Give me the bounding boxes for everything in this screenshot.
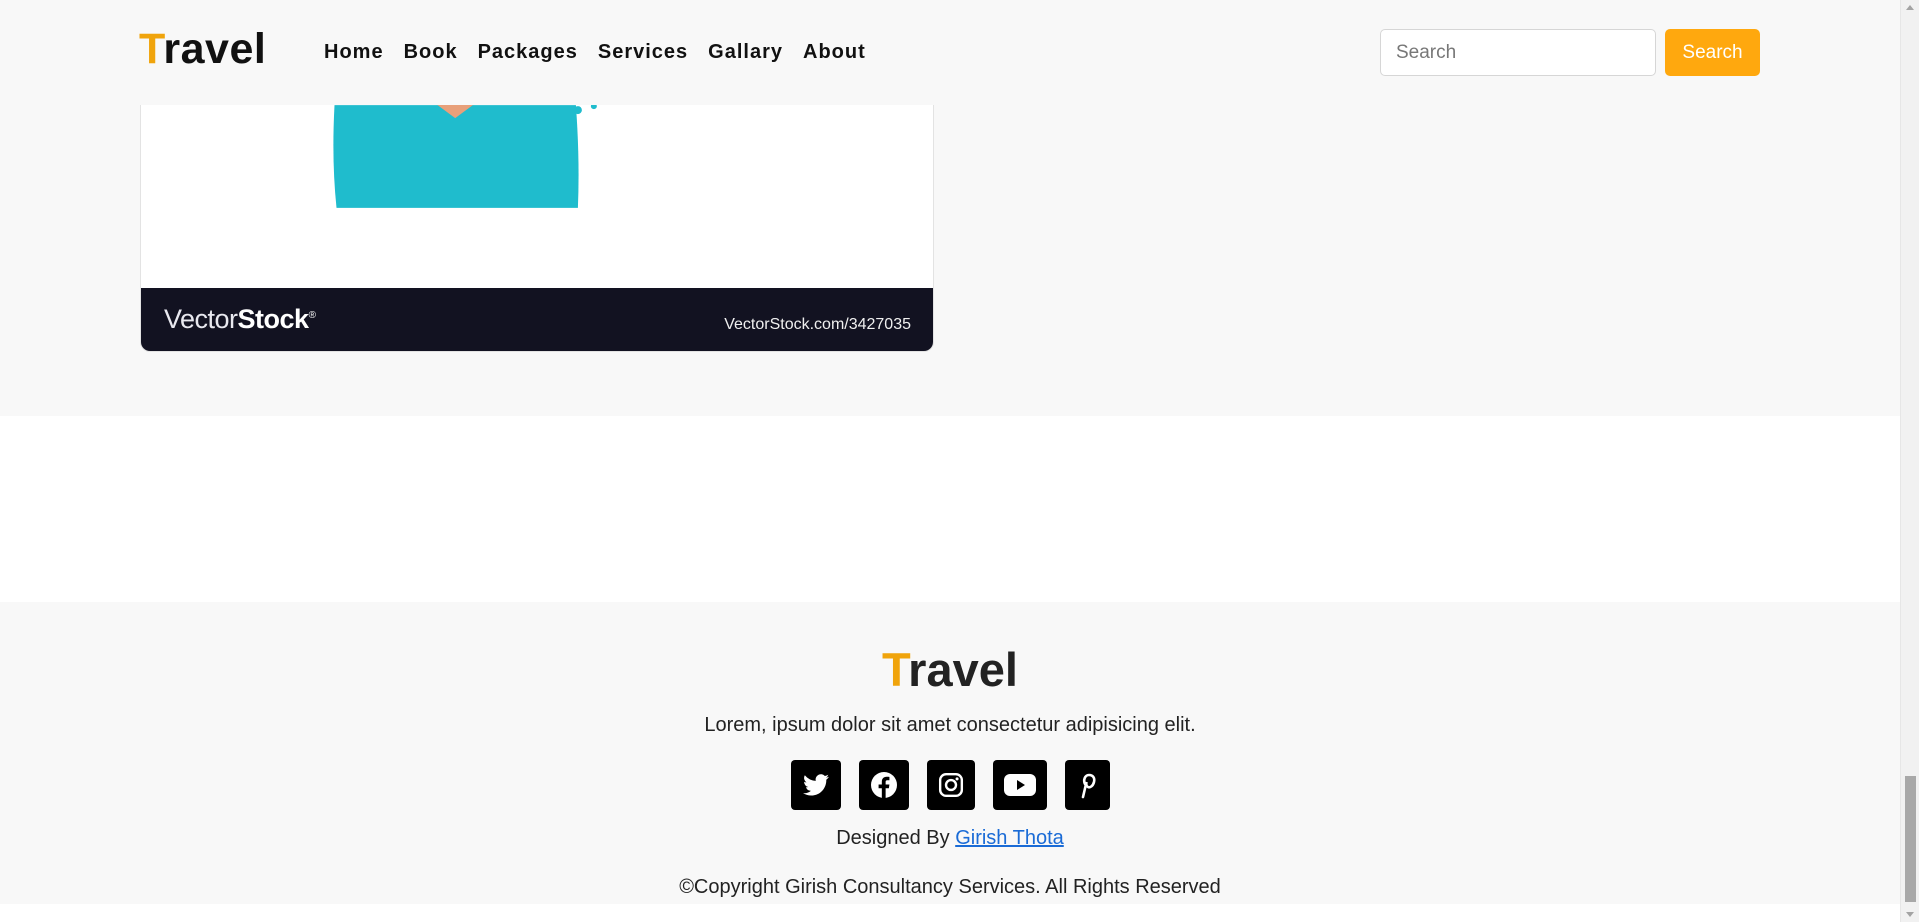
twitter-icon[interactable]: [790, 760, 841, 810]
copyright-text: ©Copyright Girish Consultancy Services. …: [679, 876, 1221, 898]
nav-book[interactable]: Book: [404, 38, 458, 66]
footer: Travel Lorem, ipsum dolor sit amet conse…: [0, 602, 1900, 922]
vectorstock-bar: VectorStock® VectorStock.com/3427035: [141, 288, 933, 351]
facebook-icon[interactable]: [858, 760, 909, 810]
bottom-strip: [0, 904, 1900, 922]
nav-services[interactable]: Services: [598, 38, 688, 66]
search-button[interactable]: Search: [1665, 29, 1760, 76]
blank-section: [0, 416, 1900, 602]
nav-packages[interactable]: Packages: [478, 38, 578, 66]
social-links: [0, 760, 1900, 810]
search-input[interactable]: [1380, 29, 1656, 76]
instagram-icon[interactable]: [926, 760, 975, 810]
nav-about[interactable]: About: [803, 38, 866, 66]
youtube-icon[interactable]: [992, 760, 1047, 810]
navbar: Travel Home Book Packages Services Galla…: [0, 0, 1900, 105]
designer-credit: Designed By Girish Thota: [836, 827, 1064, 849]
nav-links: Home Book Packages Services Gallary Abou…: [324, 38, 886, 66]
vectorstock-logo: VectorStock®: [164, 304, 316, 334]
nav-home[interactable]: Home: [324, 38, 384, 66]
footer-brand: Travel: [882, 643, 1018, 696]
scroll-thumb[interactable]: [1905, 776, 1916, 902]
vectorstock-id: VectorStock.com/3427035: [724, 315, 911, 333]
vertical-scrollbar[interactable]: [1900, 0, 1919, 922]
brand-logo[interactable]: Travel: [139, 24, 266, 74]
nav-gallary[interactable]: Gallary: [708, 38, 783, 66]
designer-link[interactable]: Girish Thota: [955, 827, 1064, 849]
footer-description: Lorem, ipsum dolor sit amet consectetur …: [704, 714, 1196, 736]
page: VectorStock® VectorStock.com/3427035 Tra…: [0, 0, 1919, 922]
scroll-down-icon[interactable]: [1906, 912, 1914, 917]
pinterest-icon[interactable]: [1064, 760, 1110, 810]
scroll-up-icon[interactable]: [1906, 5, 1914, 10]
